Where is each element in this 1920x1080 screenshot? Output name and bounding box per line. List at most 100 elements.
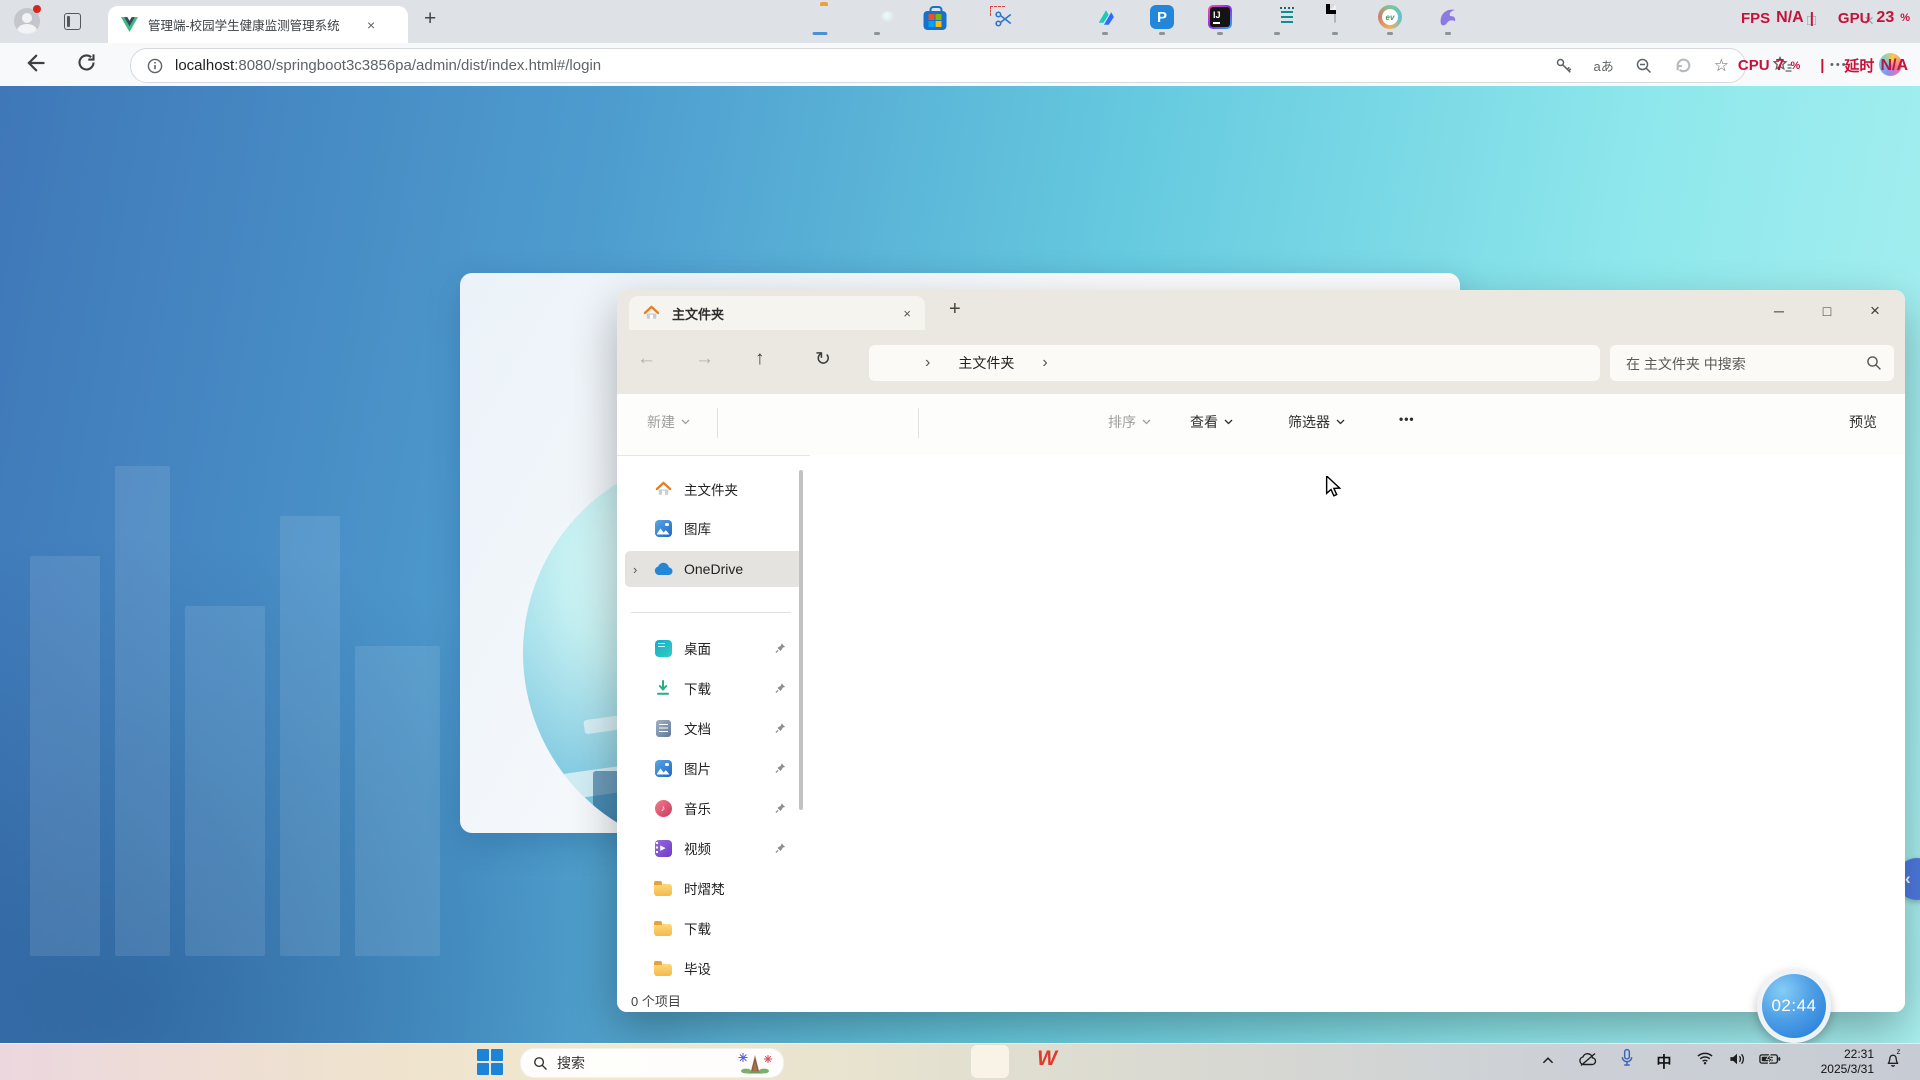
taskbar-p-app-icon[interactable]: P <box>1150 5 1174 29</box>
nav-forward-icon[interactable]: → <box>695 348 714 370</box>
file-explorer-window: 主文件夹 × + ─ □ × ← → ↑ ↻ › 主文件夹 › 新建 <box>617 290 1905 1012</box>
breadcrumb[interactable]: › 主文件夹 › <box>869 345 1600 381</box>
site-info-icon[interactable] <box>147 58 163 74</box>
nav-back-icon[interactable]: ← <box>637 348 656 370</box>
taskbar-trae-icon[interactable] <box>1093 5 1118 30</box>
start-button[interactable] <box>477 1049 503 1075</box>
browser-back-icon[interactable] <box>24 52 46 74</box>
battery-charging-icon[interactable] <box>1759 1053 1781 1065</box>
sidebar-label: 下载 <box>684 678 711 698</box>
taskbar-blank-document-icon[interactable] <box>1334 5 1336 23</box>
sidebar-label: 桌面 <box>684 638 711 658</box>
browser-tab-active[interactable]: 管理端-校园学生健康监测管理系统 × <box>108 6 408 43</box>
minimize-button[interactable]: ─ <box>1755 290 1803 332</box>
sidebar-label: 文档 <box>684 718 711 738</box>
sidebar-item-documents[interactable]: 文档 <box>625 710 802 746</box>
sidebar-label: 视频 <box>684 838 711 858</box>
taskbar-wps-icon[interactable]: W <box>1037 1046 1057 1071</box>
file-list-area[interactable] <box>810 455 1905 988</box>
more-options-label: ••• <box>1399 412 1415 426</box>
sidebar-label: OneDrive <box>684 561 743 577</box>
explorer-search-input[interactable] <box>1624 345 1858 383</box>
taskbar-intellij-icon[interactable]: IJ <box>1208 5 1232 29</box>
preview-button[interactable]: 预览 <box>1849 412 1877 432</box>
sidebar-item-folder[interactable]: 时熠梵 <box>625 870 802 906</box>
sidebar-item-pictures[interactable]: 图片 <box>625 750 802 786</box>
reading-swirl-icon[interactable] <box>1674 56 1693 75</box>
onedrive-paused-icon[interactable] <box>1578 1052 1598 1067</box>
gpu-unit: % <box>1900 12 1910 24</box>
taskbar-dolphin-app-icon[interactable] <box>1436 5 1460 29</box>
explorer-search-box[interactable] <box>1610 345 1894 381</box>
favorite-star-icon[interactable]: ☆ <box>1714 57 1729 74</box>
explorer-tab-close-icon[interactable]: × <box>903 306 911 321</box>
running-indicator <box>1332 32 1338 35</box>
tab-close-icon[interactable]: × <box>367 17 375 33</box>
tray-clock[interactable]: 22:31 2025/3/31 <box>1806 1047 1874 1076</box>
taskbar-ev-recorder-icon[interactable]: ev <box>1378 5 1402 29</box>
volume-icon[interactable] <box>1729 1051 1746 1067</box>
search-icon[interactable] <box>1866 355 1882 371</box>
sidebar-label: 音乐 <box>684 798 711 818</box>
gallery-icon <box>651 520 675 537</box>
nav-up-icon[interactable]: ↑ <box>755 348 765 370</box>
notification-bell-icon[interactable]: z <box>1885 1051 1902 1068</box>
home-icon <box>651 481 675 497</box>
taskbar-store-icon[interactable] <box>924 5 947 30</box>
explorer-new-tab-button[interactable]: + <box>949 298 961 321</box>
explorer-tab[interactable]: 主文件夹 × <box>629 296 925 330</box>
view-button[interactable]: 查看 <box>1190 412 1233 432</box>
zoom-out-icon[interactable] <box>1635 57 1653 75</box>
pin-icon <box>775 722 786 734</box>
vue-logo-icon <box>121 17 138 32</box>
music-icon: ♪ <box>651 800 675 817</box>
microphone-icon[interactable] <box>1621 1048 1634 1068</box>
breadcrumb-item[interactable]: 主文件夹 <box>958 353 1014 373</box>
search-icon <box>533 1056 548 1071</box>
sidebar-item-music[interactable]: ♪ 音乐 <box>625 790 802 826</box>
maximize-button[interactable]: □ <box>1803 290 1851 332</box>
latency-value: N/A <box>1880 57 1908 75</box>
sidebar-item-desktop[interactable]: 桌面 <box>625 630 802 666</box>
password-key-icon[interactable] <box>1555 57 1573 75</box>
sidebar-item-gallery[interactable]: 图库 <box>625 510 802 546</box>
nav-refresh-icon[interactable]: ↻ <box>815 348 831 371</box>
gpu-label: GPU <box>1838 10 1871 27</box>
sidebar-label: 图库 <box>684 518 711 538</box>
folder-icon <box>651 881 675 896</box>
tab-workspaces-icon[interactable] <box>64 13 81 30</box>
new-tab-button[interactable]: + <box>424 7 436 31</box>
sidebar-item-folder[interactable]: 下载 <box>625 910 802 946</box>
more-options-icon[interactable]: ••• <box>1399 412 1415 426</box>
breadcrumb-chevron-icon[interactable]: › <box>1042 354 1047 372</box>
expander-chevron-icon[interactable]: › <box>633 562 637 577</box>
floating-clock-bubble[interactable]: 02:44 <box>1757 969 1831 1043</box>
onedrive-cloud-icon <box>651 562 675 576</box>
sidebar-item-downloads[interactable]: 下载 <box>625 670 802 706</box>
taskbar-search[interactable]: 搜索 <box>520 1048 784 1078</box>
tray-show-hidden-icons[interactable] <box>1543 1057 1554 1064</box>
sidebar-label: 下载 <box>684 918 711 938</box>
translate-icon[interactable]: aあ <box>1594 56 1614 75</box>
new-button[interactable]: 新建 <box>647 412 690 432</box>
breadcrumb-chevron-icon[interactable]: › <box>925 354 930 372</box>
filter-label: 筛选器 <box>1288 412 1330 432</box>
wifi-icon[interactable] <box>1697 1051 1714 1065</box>
sort-button[interactable]: 排序 <box>1108 412 1151 432</box>
chevron-down-icon <box>681 419 690 425</box>
toolbar-divider <box>918 408 919 438</box>
sidebar-item-home[interactable]: 主文件夹 <box>625 471 802 507</box>
url-text[interactable]: localhost:8080/springboot3c3856pa/admin/… <box>175 57 601 74</box>
url-bar[interactable]: localhost:8080/springboot3c3856pa/admin/… <box>130 48 1746 83</box>
sidebar-item-videos[interactable]: ▶ 视频 <box>625 830 802 866</box>
running-indicator <box>1217 32 1223 35</box>
filter-button[interactable]: 筛选器 <box>1288 412 1345 432</box>
browser-refresh-icon[interactable] <box>76 52 97 73</box>
close-button[interactable]: × <box>1851 290 1899 332</box>
sidebar-item-folder[interactable]: 毕设 <box>625 950 802 986</box>
ime-indicator[interactable]: 中 <box>1656 1051 1671 1072</box>
fps-label: FPS <box>1741 10 1770 27</box>
sidebar-item-onedrive[interactable]: › OneDrive <box>625 551 802 587</box>
sidebar-scrollbar[interactable] <box>799 470 803 810</box>
cpu-unit: % <box>1790 60 1800 72</box>
